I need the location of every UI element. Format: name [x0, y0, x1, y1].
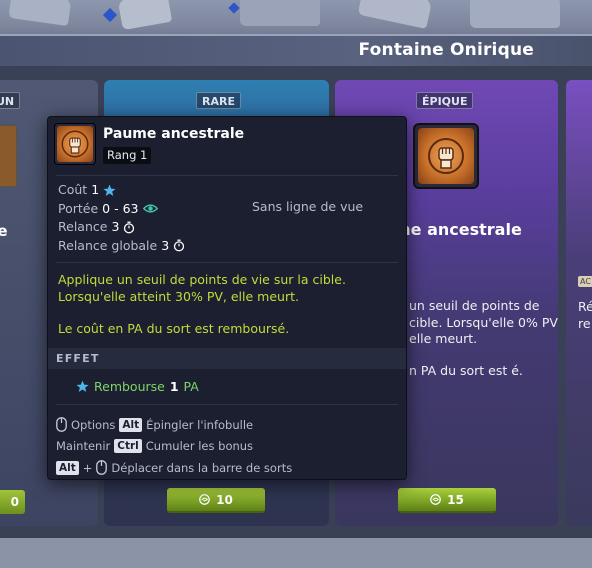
stat-value: 0 - 63 — [102, 200, 139, 216]
timer-icon — [124, 221, 135, 234]
stat-label: Coût — [58, 182, 88, 197]
shield-icon — [0, 124, 18, 188]
eye-icon — [142, 204, 158, 213]
hint-label: Épingler l'infobulle — [146, 417, 254, 432]
hint-label: Cumuler les bonus — [145, 439, 254, 454]
spell-description-refund: Le coût en PA du sort est remboursé. — [58, 321, 290, 336]
stat-range: Portée 0 - 63 — [58, 200, 185, 219]
rock-decoration — [470, 0, 560, 28]
hint-label: Options — [71, 417, 116, 432]
hint-stack: Maintenir Ctrl Cumuler les bonus — [56, 436, 292, 458]
mouse-icon — [96, 460, 108, 476]
rock-decoration — [117, 0, 173, 31]
spell-icon — [54, 123, 96, 165]
stat-value: 1 — [91, 182, 100, 197]
spell-icon — [413, 123, 479, 189]
rock-decoration — [240, 0, 320, 26]
price-button[interactable]: 10 — [167, 488, 265, 513]
price-value: 10 — [216, 492, 233, 507]
spell-stats: Coût 1 Portée 0 - 63 Relance 3 Relance g… — [58, 181, 185, 255]
price-value: 0 — [10, 495, 19, 509]
card-description: un seuil de points de cible. Lorsqu'elle… — [409, 298, 558, 346]
stat-cooldown: Relance 3 — [58, 218, 185, 237]
stat-global-cooldown: Relance globale 3 — [58, 237, 185, 256]
bottom-strip — [0, 538, 592, 568]
spell-name: Paume ancestrale — [103, 126, 245, 142]
rarity-tag: UN — [0, 92, 21, 109]
effect-prefix: Rembourse — [94, 379, 165, 394]
ctrl-key: Ctrl — [114, 439, 142, 454]
price-button[interactable]: 15 — [398, 488, 496, 513]
card-tag: AC — [578, 276, 592, 287]
hint-options: Options Alt Épingler l'infobulle — [56, 414, 292, 436]
spell-card-partial[interactable]: AC Ré re — [566, 80, 592, 526]
effect-header: EFFET — [48, 348, 406, 369]
crystal-decoration — [102, 7, 118, 23]
price-button[interactable]: 0 — [0, 490, 25, 514]
divider — [56, 175, 398, 176]
divider — [56, 404, 398, 405]
rock-decoration — [8, 0, 72, 27]
hint-move: Alt + Déplacer dans la barre de sorts — [56, 457, 292, 479]
effect-amount: 1 — [169, 379, 179, 394]
effect-line: Rembourse 1 PA — [76, 379, 199, 394]
keyboard-hints: Options Alt Épingler l'infobulle Mainten… — [56, 414, 292, 479]
effect-unit: PA — [183, 379, 199, 394]
timer-icon — [174, 239, 185, 252]
divider — [56, 262, 398, 263]
card-description-extra: n PA du sort est é. — [409, 363, 523, 378]
raised-fist-icon — [61, 130, 89, 158]
plus-sign: + — [82, 460, 93, 475]
spell-tooltip: Paume ancestrale Rang 1 Coût 1 Portée 0 … — [47, 116, 407, 480]
dream-currency-icon — [430, 494, 441, 505]
alt-key: Alt — [119, 417, 143, 432]
price-value: 15 — [447, 492, 464, 507]
alt-key: Alt — [56, 460, 79, 475]
dream-currency-icon — [199, 494, 210, 505]
card-description: Ré re — [578, 299, 592, 331]
card-title: re — [0, 222, 8, 240]
stat-label: Relance — [58, 219, 108, 234]
crystal-decoration — [228, 2, 240, 14]
rock-decoration — [357, 0, 433, 29]
rarity-tag: RARE — [196, 92, 241, 109]
rarity-tag: ÉPIQUE — [416, 92, 474, 109]
line-of-sight: Sans ligne de vue — [252, 199, 364, 214]
spell-rank: Rang 1 — [103, 147, 152, 164]
star-icon — [103, 184, 116, 196]
stat-value: 3 — [161, 237, 170, 253]
stat-cost: Coût 1 — [58, 181, 185, 200]
hint-label: Maintenir — [56, 439, 111, 454]
hint-label: Déplacer dans la barre de sorts — [111, 460, 293, 475]
stat-label: Portée — [58, 200, 99, 216]
star-icon — [76, 380, 89, 392]
stat-value: 3 — [111, 219, 120, 234]
stat-label: Relance globale — [58, 237, 158, 253]
mouse-icon — [56, 417, 67, 433]
spell-description: Applique un seuil de points de vie sur l… — [58, 272, 346, 304]
page-title: Fontaine Onirique — [358, 40, 534, 60]
card-title: me ancestrale — [394, 220, 522, 239]
raised-fist-icon — [428, 138, 464, 174]
